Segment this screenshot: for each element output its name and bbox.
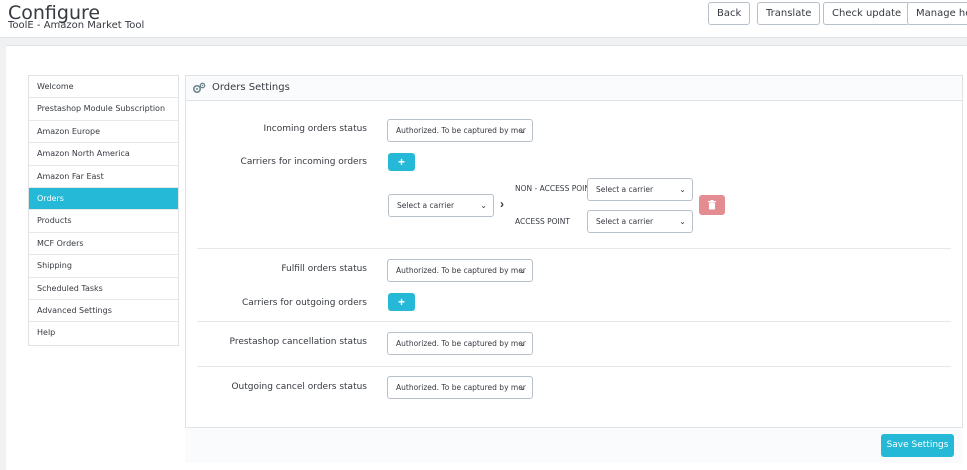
outgoing-cancel-select[interactable]: Authorized. To be captured by mer ⌄	[387, 376, 533, 399]
incoming-status-select[interactable]: Authorized. To be captured by mer ⌄	[387, 119, 533, 142]
incoming-status-value: Authorized. To be captured by mer	[396, 126, 526, 135]
delete-carrier-button[interactable]	[699, 195, 725, 215]
panel-footer	[185, 427, 963, 463]
sidebar-item-orders[interactable]: Orders	[29, 187, 178, 211]
cancellation-status-label: Prestashop cancellation status	[229, 337, 367, 347]
non-access-point-label: NON - ACCESS POINT	[515, 184, 595, 193]
chevron-down-icon: ⌄	[519, 339, 526, 348]
sidebar-item-subscription[interactable]: Prestashop Module Subscription	[29, 98, 178, 121]
sidebar-item-mcf-orders[interactable]: MCF Orders	[29, 233, 178, 256]
panel-header: Orders Settings	[186, 76, 962, 101]
add-outgoing-carrier-button[interactable]: +	[388, 293, 415, 311]
panel-title: Orders Settings	[212, 82, 290, 93]
save-settings-button[interactable]: Save Settings	[881, 434, 954, 457]
add-incoming-carrier-button[interactable]: +	[388, 153, 415, 171]
sidebar-item-welcome[interactable]: Welcome	[29, 76, 178, 99]
sidebar-item-shipping[interactable]: Shipping	[29, 255, 178, 278]
fulfill-status-value: Authorized. To be captured by mer	[396, 266, 526, 275]
chevron-down-icon: ⌄	[480, 201, 487, 210]
carriers-incoming-label: Carriers for incoming orders	[240, 157, 367, 167]
outgoing-cancel-label: Outgoing cancel orders status	[231, 382, 367, 392]
non-access-point-select[interactable]: Select a carrier ⌄	[587, 178, 693, 201]
sidebar-item-amazon-europe[interactable]: Amazon Europe	[29, 121, 178, 144]
fulfill-status-label: Fulfill orders status	[281, 264, 367, 274]
sidebar-item-advanced-settings[interactable]: Advanced Settings	[29, 300, 178, 323]
translate-button[interactable]: Translate	[757, 2, 821, 25]
cancellation-status-value: Authorized. To be captured by mer	[396, 339, 526, 348]
incoming-carrier-select[interactable]: Select a carrier ⌄	[388, 194, 494, 217]
page-subtitle: ToolE - Amazon Market Tool	[8, 20, 145, 31]
manage-hooks-button[interactable]: Manage hooks	[907, 2, 967, 25]
section-divider	[197, 248, 951, 249]
back-button[interactable]: Back	[708, 2, 751, 25]
access-point-select[interactable]: Select a carrier ⌄	[587, 210, 693, 233]
chevron-right-icon: ›	[500, 197, 504, 211]
incoming-carrier-value: Select a carrier	[397, 201, 455, 210]
chevron-down-icon: ⌄	[679, 217, 686, 226]
sidebar-item-amazon-far-east[interactable]: Amazon Far East	[29, 166, 178, 188]
carriers-outgoing-label: Carriers for outgoing orders	[242, 298, 367, 308]
sidebar-item-scheduled-tasks[interactable]: Scheduled Tasks	[29, 278, 178, 300]
access-point-value: Select a carrier	[596, 217, 654, 226]
cogs-icon	[192, 82, 206, 97]
incoming-status-label: Incoming orders status	[263, 124, 367, 134]
chevron-down-icon: ⌄	[519, 266, 526, 275]
sidebar-item-help[interactable]: Help	[29, 322, 178, 344]
cancellation-status-select[interactable]: Authorized. To be captured by mer ⌄	[387, 332, 533, 355]
section-divider	[197, 366, 951, 367]
access-point-label: ACCESS POINT	[515, 217, 570, 226]
header-strip	[6, 45, 967, 57]
outgoing-cancel-value: Authorized. To be captured by mer	[396, 383, 526, 392]
check-update-button[interactable]: Check update	[823, 2, 911, 25]
fulfill-status-select[interactable]: Authorized. To be captured by mer ⌄	[387, 259, 533, 282]
sidebar-nav: Welcome Prestashop Module Subscription A…	[28, 75, 179, 346]
chevron-down-icon: ⌄	[519, 383, 526, 392]
section-divider	[197, 321, 951, 322]
chevron-down-icon: ⌄	[679, 185, 686, 194]
non-access-point-value: Select a carrier	[596, 185, 654, 194]
sidebar-item-amazon-north-america[interactable]: Amazon North America	[29, 143, 178, 166]
chevron-down-icon: ⌄	[519, 126, 526, 135]
top-toolbar	[0, 0, 967, 38]
trash-icon	[708, 200, 716, 210]
sidebar-item-products[interactable]: Products	[29, 210, 178, 233]
